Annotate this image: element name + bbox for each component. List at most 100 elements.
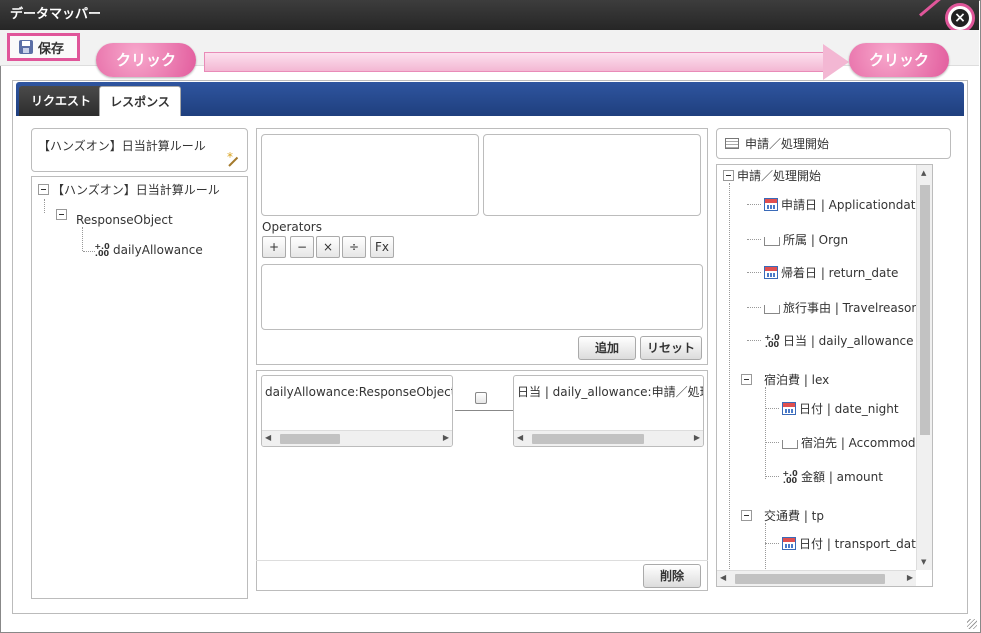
tree-node-responseobject-label[interactable]: ResponseObject <box>76 213 173 227</box>
operator-fx-button[interactable]: Fx <box>370 236 394 258</box>
magic-wand-icon[interactable] <box>227 150 241 166</box>
scroll-right-icon[interactable]: ▶ <box>694 433 700 442</box>
tree-node-label: 金額 | amount <box>801 470 883 484</box>
tree-node-label: dailyAllowance <box>113 243 203 257</box>
collapse-icon[interactable] <box>38 184 49 195</box>
mapping-source-text: dailyAllowance:ResponseObject【 <box>265 385 453 399</box>
tree-line <box>747 340 761 341</box>
operator-minus-button[interactable]: − <box>290 236 314 258</box>
decimal-number-icon: +.0.00 <box>94 242 110 258</box>
mapping-source-box[interactable]: dailyAllowance:ResponseObject【 ◀ ▶ <box>261 375 453 447</box>
mapping-target-box[interactable]: 日当 | daily_allowance:申請／処理開 ◀ ▶ <box>513 375 704 447</box>
calendar-icon <box>782 402 796 415</box>
scroll-thumb[interactable] <box>920 185 930 435</box>
tree-node-tp[interactable]: 交通費 | tp <box>741 507 824 524</box>
tree-node-label: 日当 | daily_allowance <box>783 334 914 348</box>
tree-node-amount[interactable]: +.0.00 金額 | amount <box>765 468 883 485</box>
expression-target-box[interactable] <box>483 134 701 216</box>
callout-arrow-head <box>823 44 849 80</box>
scroll-left-icon[interactable]: ◀ <box>517 433 523 442</box>
tab-request[interactable]: リクエスト <box>19 86 104 116</box>
scroll-left-icon[interactable]: ◀ <box>265 433 271 442</box>
collapse-icon[interactable] <box>56 209 67 220</box>
mapping-connector-line <box>455 410 513 411</box>
floppy-disk-icon <box>19 40 33 54</box>
source-tree: 【ハンズオン】日当計算ルール ResponseObject +.0.00 dai… <box>31 176 248 599</box>
tree-node-dailyallowance[interactable]: +.0.00 dailyAllowance <box>94 242 203 258</box>
tree-node-responseobject[interactable] <box>56 209 67 220</box>
tree-node-daily-allowance[interactable]: +.0.00 日当 | daily_allowance <box>747 332 914 349</box>
scroll-down-icon[interactable]: ▼ <box>921 558 926 566</box>
table-icon <box>725 138 739 149</box>
operator-multiply-button[interactable]: × <box>316 236 340 258</box>
calendar-icon <box>782 537 796 550</box>
string-icon <box>764 305 780 314</box>
collapse-icon[interactable] <box>741 374 752 385</box>
tree-node-root[interactable]: 【ハンズオン】日当計算ルール <box>38 181 220 198</box>
tree-node-accommodation[interactable]: 宿泊先 | Accommodati <box>765 434 931 451</box>
tree-node-label: 日付 | transport_date <box>799 537 924 551</box>
tree-node-date-night[interactable]: 日付 | date_night <box>765 400 899 417</box>
resize-grip-icon[interactable] <box>967 619 977 629</box>
tab-response[interactable]: レスポンス <box>99 86 181 116</box>
operators-label: Operators <box>262 220 322 234</box>
tree-node-return-date[interactable]: 帰着日 | return_date <box>747 264 898 281</box>
mapping-checkbox[interactable] <box>475 392 487 404</box>
tree-node-orgn[interactable]: 所属 | Orgn <box>747 231 848 248</box>
tree-node-label: 【ハンズオン】日当計算ルール <box>52 183 220 197</box>
save-button-label: 保存 <box>38 41 65 57</box>
tree-node-label: 交通費 | tp <box>764 509 824 523</box>
scroll-thumb[interactable] <box>280 434 340 444</box>
save-button[interactable]: 保存 <box>7 33 80 61</box>
tree-node-transport-date[interactable]: 日付 | transport_date <box>765 535 923 552</box>
horizontal-scrollbar[interactable]: ◀ ▶ <box>514 430 703 446</box>
tree-node-label: 宿泊先 | Accommodati <box>801 436 931 450</box>
scroll-right-icon[interactable]: ▶ <box>443 433 449 442</box>
window-title: データマッパー <box>10 7 102 22</box>
tree-node-root[interactable]: 申請／処理開始 <box>723 167 821 184</box>
expression-input[interactable] <box>261 264 703 330</box>
horizontal-scrollbar[interactable]: ◀ ▶ <box>717 570 916 586</box>
tree-node-label: 所属 | Orgn <box>783 233 849 247</box>
mapping-footer-divider <box>256 560 708 561</box>
rule-title-box: 【ハンズオン】日当計算ルール <box>31 128 248 172</box>
vertical-scrollbar[interactable]: ▲ ▼ <box>916 165 932 570</box>
tree-node-label: 旅行事由 | Travelreason <box>783 301 919 315</box>
rule-title: 【ハンズオン】日当計算ルール <box>38 139 206 153</box>
calendar-icon <box>764 198 778 211</box>
scroll-thumb[interactable] <box>735 574 885 584</box>
collapse-icon[interactable] <box>723 170 734 181</box>
scroll-right-icon[interactable]: ▶ <box>907 573 913 582</box>
tree-node-travelreason[interactable]: 旅行事由 | Travelreason <box>747 299 919 316</box>
scroll-left-icon[interactable]: ◀ <box>720 573 726 582</box>
string-icon <box>764 237 780 246</box>
decimal-number-icon: +.0.00 <box>782 468 798 485</box>
tree-node-label: 日付 | date_night <box>799 402 899 416</box>
tree-node-label: 申請日 | Applicationdate <box>781 198 923 212</box>
scroll-thumb[interactable] <box>532 434 644 444</box>
tree-node-applicationdate[interactable]: 申請日 | Applicationdate <box>747 196 923 213</box>
operator-plus-button[interactable]: + <box>262 236 286 258</box>
calendar-icon <box>764 266 778 279</box>
reset-button[interactable]: リセット <box>640 336 702 360</box>
close-button[interactable]: × <box>945 3 975 33</box>
horizontal-scrollbar[interactable]: ◀ ▶ <box>262 430 452 446</box>
tree-line <box>729 183 730 573</box>
tree-node-lex[interactable]: 宿泊費 | lex <box>741 371 829 388</box>
operator-divide-button[interactable]: ÷ <box>342 236 366 258</box>
delete-button[interactable]: 削除 <box>643 564 701 588</box>
tree-line <box>44 199 45 213</box>
add-button[interactable]: 追加 <box>578 336 636 360</box>
scroll-up-icon[interactable]: ▲ <box>921 169 926 177</box>
tree-line <box>82 227 83 251</box>
expression-source-box[interactable] <box>261 134 479 216</box>
tree-node-label: 宿泊費 | lex <box>764 373 830 387</box>
collapse-icon[interactable] <box>741 510 752 521</box>
tree-node-label: 帰着日 | return_date <box>781 266 899 280</box>
tree-line <box>765 543 779 544</box>
tree-line <box>747 204 761 205</box>
target-tree: 申請／処理開始 申請日 | Applicationdate 所属 | Orgn … <box>716 164 933 587</box>
tree-line <box>747 239 761 240</box>
tree-line <box>747 307 761 308</box>
string-icon <box>782 440 798 449</box>
